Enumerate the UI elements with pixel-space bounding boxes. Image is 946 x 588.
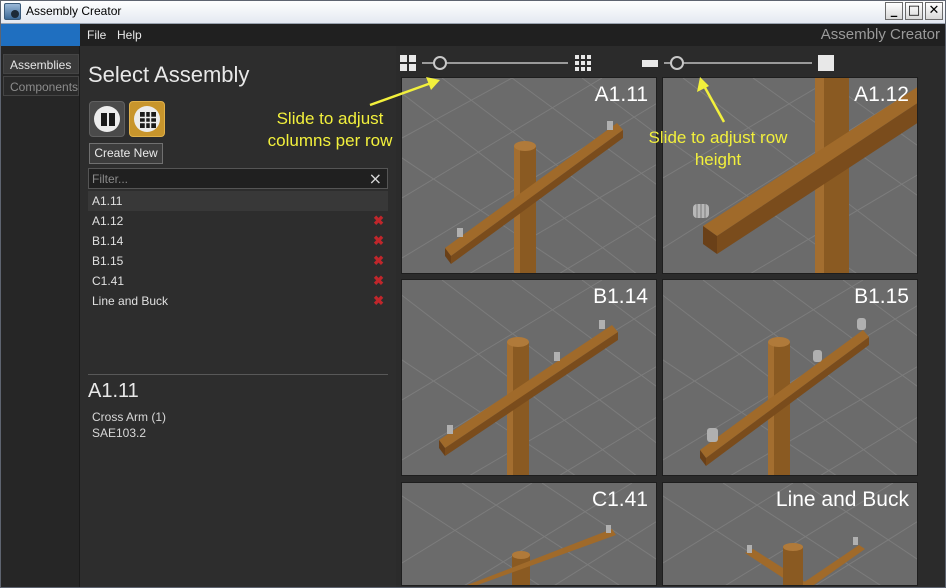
list-item[interactable]: B1.14 ✖ — [88, 231, 388, 251]
delete-icon[interactable]: ✖ — [373, 253, 384, 268]
tile-label: B1.15 — [854, 285, 909, 308]
side-tab-column: Assemblies Components — [0, 46, 80, 588]
columns-slider-thumb[interactable] — [432, 56, 447, 70]
menu-accent — [0, 24, 80, 46]
list-item-label: A1.12 — [92, 214, 124, 228]
tile-label: A1.12 — [854, 83, 909, 106]
detail-part-number: SAE103.2 — [92, 426, 147, 440]
window-title: Assembly Creator — [26, 4, 122, 18]
detail-title: A1.11 — [88, 380, 139, 402]
list-item-label: Line and Buck — [92, 294, 169, 308]
close-button[interactable]: ✕ — [925, 2, 943, 20]
row-small-icon — [642, 60, 658, 67]
delete-icon[interactable]: ✖ — [373, 273, 384, 288]
detail-component: Cross Arm (1) — [92, 410, 167, 424]
assembly-preview-a1-12 — [663, 78, 917, 273]
list-view-button[interactable] — [89, 101, 125, 137]
assembly-tile[interactable]: C1.41 — [401, 482, 657, 586]
app-icon — [4, 3, 21, 20]
row-height-slider-thumb[interactable] — [670, 56, 685, 70]
create-new-button[interactable]: Create New — [89, 143, 163, 164]
list-item[interactable]: Line and Buck ✖ — [88, 291, 388, 311]
preview-toolbar — [396, 46, 946, 78]
grid-3x3-icon — [575, 55, 591, 71]
list-item-label: B1.14 — [92, 234, 124, 248]
grid-2x2-icon — [400, 55, 416, 71]
list-item-label: A1.11 — [92, 194, 123, 208]
delete-icon[interactable]: ✖ — [373, 293, 384, 308]
columns-annotation: Slide to adjust columns per row — [267, 109, 393, 150]
list-item[interactable]: A1.12 ✖ — [88, 211, 388, 231]
title-bar: Assembly Creator _ □ ✕ — [0, 0, 946, 24]
maximize-button[interactable]: □ — [905, 2, 923, 20]
grid-view-button[interactable] — [129, 101, 165, 137]
tile-label: B1.14 — [593, 285, 648, 308]
assembly-tile[interactable]: A1.12 — [662, 77, 918, 274]
tab-components[interactable]: Components — [3, 76, 79, 96]
filter-box: × — [88, 168, 388, 189]
assembly-preview-b1-14 — [402, 280, 656, 475]
list-item[interactable]: B1.15 ✖ — [88, 251, 388, 271]
divider — [88, 374, 388, 375]
assembly-tile[interactable]: B1.14 — [401, 279, 657, 476]
list-view-icon — [101, 113, 115, 126]
list-item-label: B1.15 — [92, 254, 124, 268]
tile-label: A1.11 — [594, 83, 648, 106]
assembly-list: A1.11 A1.12 ✖ B1.14 ✖ B1.15 ✖ C1.41 ✖ Li… — [88, 191, 388, 311]
filter-input[interactable] — [92, 171, 362, 187]
row-height-annotation: Slide to adjust row height — [648, 128, 788, 169]
row-large-icon — [818, 55, 834, 71]
app-window: Assembly Creator _ □ ✕ File Help Assembl… — [0, 0, 946, 588]
brand-title: Assembly Creator — [820, 26, 940, 43]
menu-help[interactable]: Help — [117, 28, 142, 42]
delete-icon[interactable]: ✖ — [373, 213, 384, 228]
assembly-tile[interactable]: Line and Buck — [662, 482, 918, 586]
page-title: Select Assembly — [88, 62, 250, 87]
row-height-slider-track[interactable] — [664, 62, 812, 64]
list-item[interactable]: C1.41 ✖ — [88, 271, 388, 291]
clear-filter-icon[interactable]: × — [369, 169, 382, 188]
menu-file[interactable]: File — [87, 28, 106, 42]
tile-label: C1.41 — [591, 488, 648, 511]
minimize-button[interactable]: _ — [885, 2, 903, 20]
tile-label: Line and Buck — [775, 488, 909, 511]
delete-icon[interactable]: ✖ — [373, 233, 384, 248]
list-item[interactable]: A1.11 — [88, 191, 388, 211]
assembly-tile[interactable]: B1.15 — [662, 279, 918, 476]
assembly-preview-b1-15 — [663, 280, 917, 475]
assembly-tile[interactable]: A1.11 — [401, 77, 657, 274]
tab-assemblies[interactable]: Assemblies — [3, 54, 79, 74]
assembly-preview-a1-11 — [402, 78, 656, 273]
list-item-label: C1.41 — [92, 274, 125, 288]
grid-view-icon — [140, 112, 156, 128]
